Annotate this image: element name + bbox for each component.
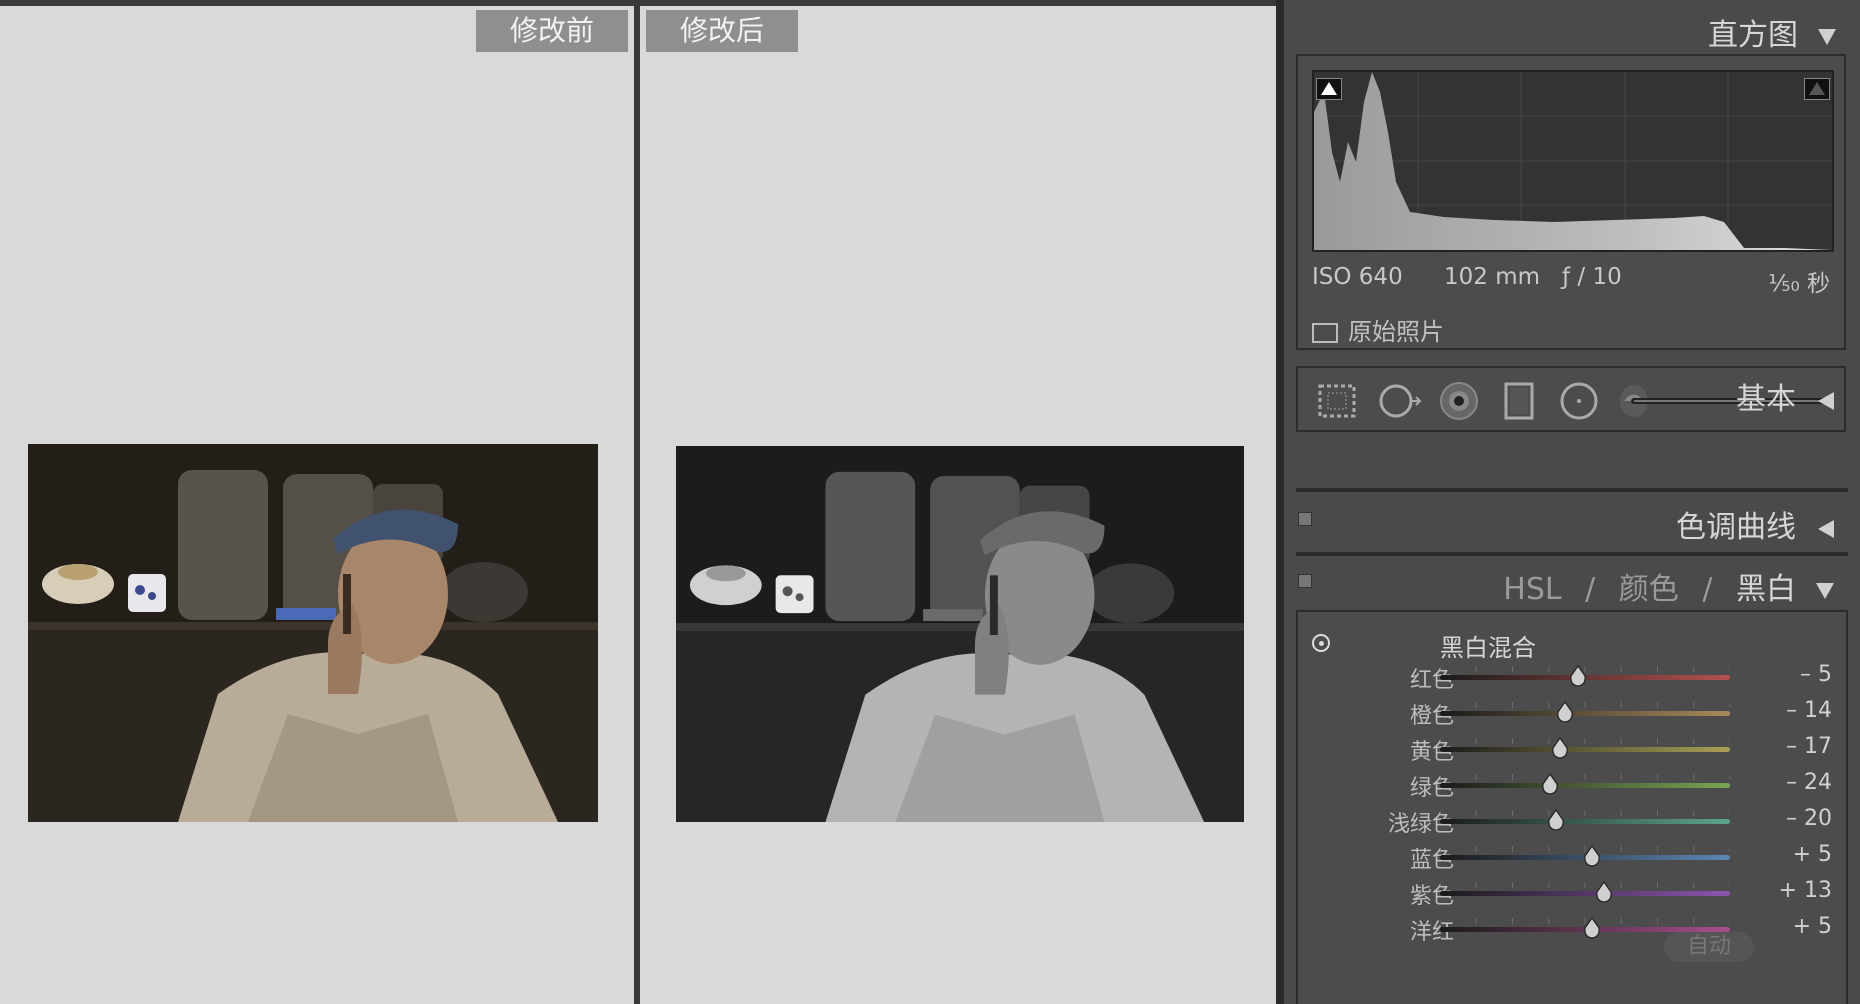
original-photo-checkbox[interactable] bbox=[1312, 323, 1338, 343]
bw-slider-row: 紫色 + 13 bbox=[1298, 878, 1846, 909]
shadow-clipping-button[interactable] bbox=[1316, 78, 1342, 100]
bw-slider-row: 橙色 – 14 bbox=[1298, 698, 1846, 729]
bw-slider-row: 蓝色 + 5 bbox=[1298, 842, 1846, 873]
bw-slider-row: 黄色 – 17 bbox=[1298, 734, 1846, 765]
auto-button[interactable]: 自动 bbox=[1664, 932, 1754, 962]
hsl-toggle-switch[interactable] bbox=[1298, 574, 1312, 588]
histogram-title: 直方图 bbox=[1708, 18, 1798, 53]
tone-curve-section-title: 色调曲线 bbox=[1676, 510, 1796, 545]
slider-ticks bbox=[1440, 738, 1730, 744]
tab-separator: / bbox=[1585, 572, 1596, 607]
spot-removal-icon[interactable] bbox=[1376, 378, 1422, 424]
bw-slider-thumb[interactable] bbox=[1547, 809, 1565, 831]
graduated-filter-icon[interactable] bbox=[1496, 378, 1542, 424]
section-divider bbox=[1296, 552, 1848, 556]
tab-color[interactable]: 颜色 bbox=[1619, 572, 1679, 607]
expand-triangle-icon bbox=[1818, 519, 1834, 538]
exif-iso: ISO 640 bbox=[1312, 264, 1403, 290]
bw-slider-thumb[interactable] bbox=[1551, 737, 1569, 759]
bw-slider-track[interactable] bbox=[1440, 783, 1730, 788]
slider-ticks bbox=[1440, 702, 1730, 708]
bw-slider-thumb[interactable] bbox=[1556, 701, 1574, 723]
develop-right-panel: 直方图 ISO 640 102 mm ƒ / 10 ¹⁄₅₀ 秒 原始照片 基本… bbox=[1284, 0, 1860, 1004]
expand-triangle-icon bbox=[1818, 391, 1834, 410]
exif-focal-length: 102 mm bbox=[1444, 264, 1541, 290]
tone-curve-toggle-switch[interactable] bbox=[1298, 512, 1312, 526]
bw-slider-value[interactable]: – 24 bbox=[1786, 770, 1832, 795]
slider-ticks bbox=[1440, 882, 1730, 888]
bw-slider-track[interactable] bbox=[1440, 711, 1730, 716]
bw-slider-row: 浅绿色 – 20 bbox=[1298, 806, 1846, 837]
exif-shutter: ¹⁄₅₀ 秒 bbox=[1768, 271, 1830, 297]
histogram-header[interactable]: 直方图 bbox=[1708, 10, 1836, 54]
hsl-section-header[interactable]: HSL / 颜色 / 黑白 bbox=[1503, 564, 1834, 608]
bw-mix-title: 黑白混合 bbox=[1440, 634, 1536, 662]
panel-gutter bbox=[1276, 0, 1284, 1004]
tone-curve-section-header[interactable]: 色调曲线 bbox=[1676, 502, 1834, 546]
bw-slider-value[interactable]: – 14 bbox=[1786, 698, 1832, 723]
collapse-triangle-icon bbox=[1818, 28, 1836, 45]
basic-section-title: 基本 bbox=[1736, 382, 1796, 417]
after-label: 修改后 bbox=[646, 10, 798, 52]
bw-slider-row: 绿色 – 24 bbox=[1298, 770, 1846, 801]
before-after-view: 修改前 修改后 bbox=[0, 6, 1282, 1004]
original-photo-toggle[interactable]: 原始照片 bbox=[1312, 312, 1444, 347]
bw-slider-track[interactable] bbox=[1440, 747, 1730, 752]
after-photo[interactable] bbox=[676, 446, 1244, 822]
target-adjustment-icon[interactable] bbox=[1312, 634, 1330, 652]
original-photo-label: 原始照片 bbox=[1348, 318, 1444, 346]
slider-ticks bbox=[1440, 774, 1730, 780]
collapse-triangle-icon bbox=[1816, 582, 1834, 599]
highlight-clipping-button[interactable] bbox=[1804, 78, 1830, 100]
before-label: 修改前 bbox=[476, 10, 628, 52]
after-photo-image bbox=[676, 446, 1244, 822]
slider-ticks bbox=[1440, 810, 1730, 816]
histogram-curve bbox=[1314, 72, 1832, 250]
tab-separator: / bbox=[1702, 572, 1713, 607]
crop-overlay-icon[interactable] bbox=[1314, 378, 1360, 424]
bw-slider-value[interactable]: – 17 bbox=[1786, 734, 1832, 759]
bw-slider-value[interactable]: + 5 bbox=[1793, 842, 1832, 867]
bw-slider-thumb[interactable] bbox=[1583, 845, 1601, 867]
bw-slider-row: 洋红 + 5 bbox=[1298, 914, 1846, 945]
bw-mix-panel: 黑白混合 红色 – 5 橙色 – 14 黄色 – 17 绿色 – 24 浅绿色 – 20 蓝色 + 5… bbox=[1296, 610, 1848, 1004]
before-photo-image bbox=[28, 444, 598, 822]
bw-slider-thumb[interactable] bbox=[1541, 773, 1559, 795]
bw-slider-thumb[interactable] bbox=[1569, 665, 1587, 687]
compare-divider[interactable] bbox=[634, 6, 640, 1004]
bw-slider-value[interactable]: + 5 bbox=[1793, 914, 1832, 939]
bw-slider-thumb[interactable] bbox=[1595, 881, 1613, 903]
tab-hsl[interactable]: HSL bbox=[1503, 572, 1561, 607]
histogram-graph[interactable] bbox=[1312, 70, 1834, 252]
bw-slider-track[interactable] bbox=[1440, 819, 1730, 824]
before-photo[interactable] bbox=[28, 444, 598, 822]
bw-slider-track[interactable] bbox=[1440, 891, 1730, 896]
bw-slider-value[interactable]: + 13 bbox=[1779, 878, 1832, 903]
red-eye-icon[interactable] bbox=[1436, 378, 1482, 424]
basic-section-header[interactable]: 基本 bbox=[1736, 374, 1834, 418]
section-divider bbox=[1296, 488, 1848, 492]
tab-black-white[interactable]: 黑白 bbox=[1736, 572, 1796, 607]
histogram-panel: ISO 640 102 mm ƒ / 10 ¹⁄₅₀ 秒 原始照片 bbox=[1296, 54, 1846, 350]
exif-aperture: ƒ / 10 bbox=[1562, 264, 1622, 290]
bw-slider-row: 红色 – 5 bbox=[1298, 662, 1846, 693]
bw-slider-value[interactable]: – 5 bbox=[1800, 662, 1832, 687]
radial-filter-icon[interactable] bbox=[1556, 378, 1602, 424]
bw-slider-thumb[interactable] bbox=[1583, 917, 1601, 939]
bw-slider-value[interactable]: – 20 bbox=[1786, 806, 1832, 831]
